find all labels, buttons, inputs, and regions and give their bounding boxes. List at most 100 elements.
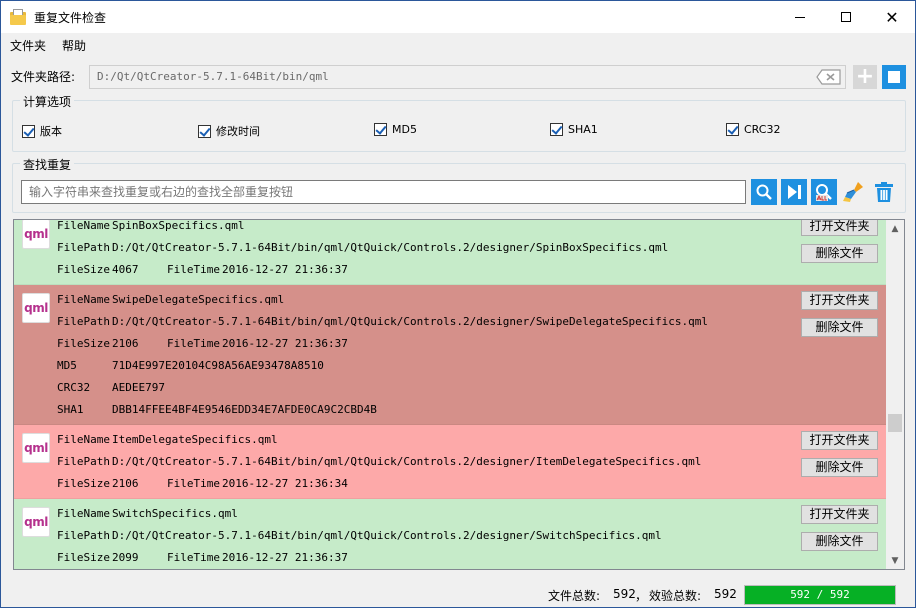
skip-next-icon xyxy=(788,185,801,199)
modtime-checkbox[interactable] xyxy=(198,124,211,138)
result-value: D:/Qt/QtCreator-5.7.1-64Bit/bin/qml/QtQu… xyxy=(112,455,702,468)
qml-file-icon: qml xyxy=(22,433,50,463)
md5-checkbox[interactable] xyxy=(374,123,387,136)
qml-icon-text: qml xyxy=(24,441,48,455)
result-line: FileName SpinBoxSpecifics.qml xyxy=(57,219,244,237)
result-value: 2016-12-27 21:36:37 xyxy=(222,551,348,564)
result-value: DBB14FFEE4BF4E9546EDD34E7AFDE0CA9C2CBD4B xyxy=(112,403,377,416)
option-modtime[interactable]: 修改时间 xyxy=(198,123,260,139)
result-key: FilePath xyxy=(57,241,110,254)
options-group-title: 计算选项 xyxy=(20,93,75,110)
option-version-label: 版本 xyxy=(40,125,62,138)
result-key: FileSize xyxy=(57,477,110,490)
broom-icon xyxy=(843,182,863,202)
crc32-checkbox[interactable] xyxy=(726,123,739,136)
qml-file-icon: qml xyxy=(22,220,50,249)
result-value: 2016-12-27 21:36:37 xyxy=(222,263,348,276)
folder-app-icon xyxy=(10,9,26,25)
menu-folder[interactable]: 文件夹 xyxy=(1,37,54,54)
result-key: FileSize xyxy=(57,337,110,350)
folder-path-input[interactable]: D:/Qt/QtCreator-5.7.1-64Bit/bin/qml xyxy=(89,65,846,89)
option-sha1-label: SHA1 xyxy=(568,123,598,136)
delete-file-button[interactable]: 删除文件 xyxy=(801,244,878,263)
option-md5-label: MD5 xyxy=(392,123,417,136)
open-folder-button[interactable]: 打开文件夹 xyxy=(801,431,878,450)
result-line: FileSize 2106 FileTime 2016-12-27 21:36:37 xyxy=(57,333,348,355)
result-row: qml FileName ItemDelegateSpecifics.qml File… xyxy=(14,425,887,499)
results-list: qml FileName SpinBoxSpecifics.qml FilePath D… xyxy=(13,219,905,570)
result-key: MD5 xyxy=(57,359,77,372)
main-window: 重复文件检查 ✕ 文件夹 帮助 文件夹路径: D:/Qt/QtCreator-5… xyxy=(0,0,916,608)
find-all-duplicates-button[interactable] xyxy=(811,179,837,205)
progress-bar: 592 / 592 xyxy=(744,585,896,605)
qml-icon-text: qml xyxy=(24,515,48,529)
result-value: 71D4E997E20104C98A56AE93478A8510 xyxy=(112,359,324,372)
delete-file-button[interactable]: 删除文件 xyxy=(801,458,878,477)
result-line: FilePath D:/Qt/QtCreator-5.7.1-64Bit/bin/… xyxy=(57,451,701,473)
plus-icon: + xyxy=(855,64,875,89)
search-button[interactable] xyxy=(751,179,777,205)
qml-file-icon: qml xyxy=(22,293,50,323)
result-line: FilePath D:/Qt/QtCreator-5.7.1-64Bit/bin/… xyxy=(57,525,662,547)
search-input[interactable]: 输入字符串来查找重复或右边的查找全部重复按钮 xyxy=(21,180,746,204)
checked-files-value: 592 xyxy=(714,587,737,601)
search-group-title: 查找重复 xyxy=(20,156,75,173)
qml-icon-text: qml xyxy=(24,227,48,241)
option-crc32[interactable]: CRC32 xyxy=(726,123,780,136)
trash-icon xyxy=(875,182,893,202)
result-row: qml FileName SwitchSpecifics.qml FilePath D:… xyxy=(14,499,887,569)
option-sha1[interactable]: SHA1 xyxy=(550,123,598,136)
clear-text-icon[interactable] xyxy=(816,69,842,85)
option-crc32-label: CRC32 xyxy=(744,123,781,136)
maximize-icon xyxy=(841,12,851,22)
option-md5[interactable]: MD5 xyxy=(374,123,417,136)
minimize-icon xyxy=(795,16,805,18)
scroll-up-icon[interactable]: ▲ xyxy=(886,220,904,237)
add-folder-button[interactable]: + xyxy=(853,65,877,89)
delete-file-button[interactable]: 删除文件 xyxy=(801,318,878,337)
open-folder-button[interactable]: 打开文件夹 xyxy=(801,505,878,524)
open-folder-button[interactable]: 打开文件夹 xyxy=(801,291,878,310)
result-value: 2106 xyxy=(112,337,139,350)
result-line: MD5 71D4E997E20104C98A56AE93478A8510 xyxy=(57,355,324,377)
result-value: 2016-12-27 21:36:34 xyxy=(222,477,348,490)
qml-icon-text: qml xyxy=(24,301,48,315)
menu-help[interactable]: 帮助 xyxy=(54,37,94,54)
result-line: FileSize 2106 FileTime 2016-12-27 21:36:34 xyxy=(57,473,348,495)
scroll-down-icon[interactable]: ▼ xyxy=(886,552,904,569)
minimize-button[interactable] xyxy=(777,1,823,33)
result-value: SwipeDelegateSpecifics.qml xyxy=(112,293,285,306)
option-version[interactable]: 版本 xyxy=(22,123,62,139)
result-key: SHA1 xyxy=(57,403,84,416)
clean-button[interactable] xyxy=(841,179,867,205)
result-key: FilePath xyxy=(57,455,110,468)
close-button[interactable]: ✕ xyxy=(869,1,915,33)
close-icon: ✕ xyxy=(885,7,899,27)
vertical-scrollbar[interactable]: ▲ ▼ xyxy=(886,220,904,569)
result-value: 2016-12-27 21:36:37 xyxy=(222,337,348,350)
result-key: FileSize xyxy=(57,551,110,564)
maximize-button[interactable] xyxy=(823,1,869,33)
result-key: FileName xyxy=(57,219,110,232)
progress-text: 592 / 592 xyxy=(790,588,850,601)
delete-file-button[interactable]: 删除文件 xyxy=(801,532,878,551)
delete-all-button[interactable] xyxy=(871,179,897,205)
search-icon xyxy=(756,184,772,200)
result-value: 2106 xyxy=(112,477,139,490)
result-key: FileSize xyxy=(57,263,110,276)
version-checkbox[interactable] xyxy=(22,124,35,138)
window-title: 重复文件检查 xyxy=(34,10,107,25)
qml-file-icon: qml xyxy=(22,507,50,537)
status-separator: ， xyxy=(635,589,648,603)
scroll-thumb[interactable] xyxy=(888,414,902,432)
total-files-value: 592 xyxy=(613,587,636,601)
result-key: FileTime xyxy=(167,337,220,350)
sha1-checkbox[interactable] xyxy=(550,123,563,136)
stop-button[interactable] xyxy=(882,65,906,89)
result-key: FileTime xyxy=(167,477,220,490)
open-folder-button[interactable]: 打开文件夹 xyxy=(801,220,878,236)
result-line: FileSize 4067 FileTime 2016-12-27 21:36:37 xyxy=(57,259,348,281)
path-label: 文件夹路径: xyxy=(11,70,76,84)
title-bar: 重复文件检查 ✕ xyxy=(1,1,915,33)
find-next-button[interactable] xyxy=(781,179,807,205)
